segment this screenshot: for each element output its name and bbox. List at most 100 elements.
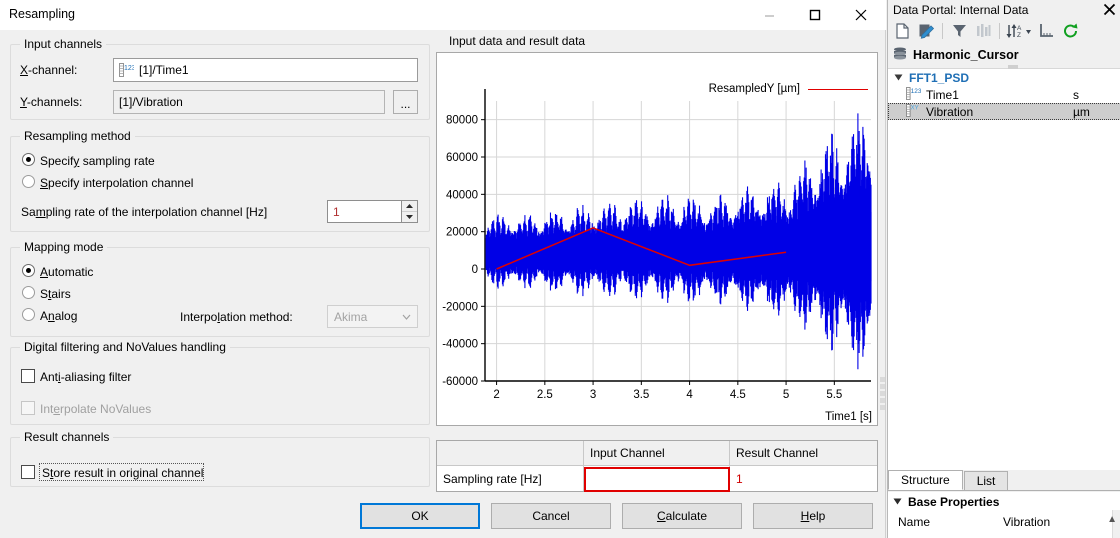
edit-pencil-icon[interactable] (915, 20, 937, 42)
y-channels-label: Y-channels: (20, 95, 83, 109)
tree-scroll-grip (1008, 65, 1018, 69)
close-button[interactable] (838, 0, 884, 30)
y-channels-input[interactable]: [1]/Vibration (113, 90, 385, 114)
radio-analog-label: Analog (40, 309, 78, 323)
svg-text:123: 123 (124, 65, 134, 72)
cancel-button[interactable]: Cancel (491, 503, 611, 529)
result-table: Input Channel Result Channel Sampling ra… (436, 440, 878, 492)
ok-button[interactable]: OK (360, 503, 480, 529)
svg-text:5.5: 5.5 (826, 389, 842, 401)
checkbox-store-result-original-channel[interactable] (21, 465, 35, 479)
tree-group-fft1-psd[interactable]: FFT1_PSD (888, 69, 1120, 86)
data-portal-root-item[interactable]: Harmonic_Cursor (888, 44, 1120, 66)
data-portal-panel: Data Portal: Internal Data A Z Harmonic_… (887, 0, 1120, 538)
calculate-button[interactable]: Calculate (622, 503, 742, 529)
panel-splitter[interactable] (880, 375, 887, 415)
radio-automatic[interactable] (22, 264, 35, 277)
checkbox-anti-aliasing-filter-label: Anti-aliasing filter (40, 370, 132, 384)
y-channels-browse-button[interactable]: ... (393, 90, 418, 114)
svg-text:A: A (1017, 25, 1022, 32)
tab-structure[interactable]: Structure (888, 470, 963, 490)
interpolation-method-select[interactable]: Akima (327, 305, 418, 328)
table-header-row: Input Channel Result Channel (437, 441, 877, 466)
sort-az-icon[interactable]: A Z (1005, 20, 1033, 42)
svg-text:40000: 40000 (446, 189, 478, 201)
axes-icon[interactable] (1035, 20, 1057, 42)
svg-text:80000: 80000 (446, 115, 478, 127)
database-icon (893, 47, 907, 64)
cell-result-value: 1 (736, 471, 743, 486)
result-channels-legend: Result channels (20, 430, 114, 444)
svg-text:3.5: 3.5 (633, 389, 649, 401)
tree-channel-vibration[interactable]: XY Vibration µm (888, 103, 1120, 120)
svg-text:2.5: 2.5 (537, 389, 553, 401)
svg-text:2: 2 (493, 389, 499, 401)
xy-channel-icon: XY (906, 103, 921, 120)
radio-specify-sampling-rate[interactable] (22, 153, 35, 166)
svg-text:0: 0 (472, 264, 478, 276)
cell-row-name: Sampling rate [Hz] (437, 466, 584, 491)
toolbar-separator (942, 23, 943, 39)
tree-channel-time1[interactable]: 123 Time1 s (888, 86, 1120, 103)
th-result-channel: Result Channel (736, 446, 819, 460)
th-blank (437, 441, 584, 465)
chart-legend-title: Input data and result data (445, 34, 590, 48)
radio-specify-sampling-rate-label: Specify sampling rate (40, 154, 155, 168)
minimize-button[interactable] (746, 0, 792, 30)
svg-text:123: 123 (911, 88, 921, 95)
svg-text:60000: 60000 (446, 152, 478, 164)
svg-text:-60000: -60000 (442, 376, 478, 388)
interpolation-method-label: Interpolation method: (180, 310, 293, 324)
chart-legend-label: ResampledY [µm] (708, 83, 800, 95)
data-portal-tabs: Structure List (888, 470, 1120, 491)
property-key: Name (898, 515, 931, 529)
maximize-button[interactable] (792, 0, 838, 30)
sampling-rate-spin-buttons[interactable] (401, 200, 418, 223)
sampling-rate-input[interactable]: 1 (327, 200, 401, 223)
expand-triangle-icon[interactable] (893, 495, 902, 509)
checkbox-interpolate-novalues-label: Interpolate NoValues (40, 402, 152, 416)
refresh-icon[interactable] (1059, 20, 1081, 42)
chart-legend-line (808, 88, 868, 90)
x-channel-label: X-channel: (20, 63, 78, 77)
svg-text:XY: XY (911, 105, 919, 111)
filter-funnel-icon[interactable] (948, 20, 970, 42)
properties-panel: Base Properties ▲ Name Vibration (888, 492, 1120, 538)
spin-down-icon[interactable] (402, 212, 417, 222)
chart-legend: ResampledY [µm] (709, 83, 868, 95)
chart-svg: 80000 60000 40000 20000 0 -20000 -40000 -60000 2… (442, 89, 872, 401)
data-portal-close-icon[interactable] (1099, 1, 1119, 18)
expand-triangle-icon[interactable] (894, 71, 903, 85)
svg-text:4.5: 4.5 (730, 389, 746, 401)
tab-list[interactable]: List (963, 471, 1009, 490)
new-file-icon[interactable] (891, 20, 913, 42)
chevron-up-icon[interactable]: ▲ (1107, 514, 1117, 525)
toolbar-separator-2 (999, 23, 1000, 39)
data-portal-root-label: Harmonic_Cursor (913, 48, 1019, 62)
spin-up-icon[interactable] (402, 201, 417, 212)
sampling-rate-label: Sampling rate of the interpolation chann… (21, 205, 268, 219)
svg-text:-20000: -20000 (442, 301, 478, 313)
interpolation-method-value: Akima (334, 309, 368, 324)
data-portal-toolbar: A Z (888, 19, 1120, 43)
tree-channel-unit: µm (1073, 104, 1090, 119)
tree-channel-label: Time1 (926, 87, 959, 102)
numeric-channel-icon: 123 (906, 86, 922, 103)
x-channel-input[interactable]: 123 [1]/Time1 (113, 58, 418, 82)
chart-plot: 80000 60000 40000 20000 0 -20000 -40000 -60000 2… (436, 52, 878, 426)
property-row: Name Vibration (888, 512, 1120, 532)
checkbox-anti-aliasing-filter[interactable] (21, 369, 35, 383)
radio-specify-interpolation-channel[interactable] (22, 175, 35, 188)
radio-analog[interactable] (22, 308, 35, 321)
help-button[interactable]: Help (753, 503, 873, 529)
radio-stairs[interactable] (22, 286, 35, 299)
chevron-down-icon (395, 314, 417, 320)
properties-section-header[interactable]: Base Properties (888, 492, 1120, 512)
focus-outline (39, 463, 204, 481)
input-value-highlight[interactable] (584, 467, 730, 492)
sampling-rate-stepper[interactable]: 1 (327, 200, 418, 223)
x-channel-value: [1]/Time1 (139, 63, 189, 77)
checkbox-interpolate-novalues (21, 401, 35, 415)
svg-text:-40000: -40000 (442, 339, 478, 351)
dialog-title: Resampling (9, 7, 76, 21)
